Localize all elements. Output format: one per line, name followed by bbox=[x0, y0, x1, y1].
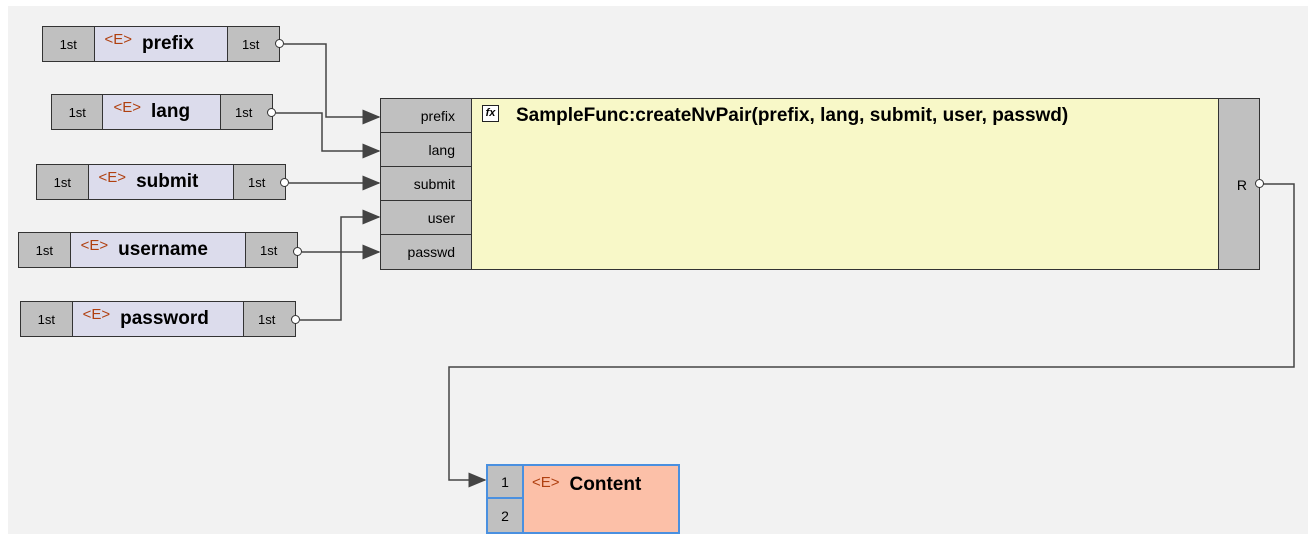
mapping-canvas[interactable]: 1st <E> prefix 1st 1st <E> lang 1st 1st … bbox=[8, 6, 1308, 534]
source-node-lang[interactable]: 1st <E> lang 1st bbox=[51, 94, 273, 130]
node-body: <E> lang bbox=[103, 95, 221, 129]
out-seq-label: 1st bbox=[245, 233, 297, 267]
element-icon: <E> bbox=[532, 474, 560, 491]
node-body: <E> username bbox=[70, 233, 246, 267]
wire-password bbox=[300, 209, 381, 321]
in-seq-label: 1st bbox=[52, 95, 104, 129]
target-node-content[interactable]: 1 2 <E> Content bbox=[486, 464, 680, 534]
node-body: <E> prefix bbox=[94, 27, 228, 61]
node-name: submit bbox=[136, 171, 199, 192]
node-body: <E> password bbox=[72, 302, 244, 336]
target-input-ports: 1 2 bbox=[488, 466, 524, 532]
in-seq-label: 1st bbox=[43, 27, 95, 61]
connection-lines bbox=[276, 43, 1295, 488]
port-passwd[interactable]: passwd bbox=[381, 235, 471, 269]
out-seq-label: 1st bbox=[243, 302, 296, 336]
output-connector[interactable] bbox=[280, 178, 289, 187]
in-seq-label: 1st bbox=[21, 302, 73, 336]
function-input-ports: prefix lang submit user passwd bbox=[380, 98, 472, 270]
node-name: username bbox=[118, 239, 208, 260]
target-port-1[interactable]: 1 bbox=[488, 466, 522, 499]
output-connector[interactable] bbox=[267, 108, 276, 117]
wire-lang bbox=[276, 112, 381, 159]
port-lang[interactable]: lang bbox=[381, 133, 471, 167]
out-seq-label: 1st bbox=[220, 95, 272, 129]
port-user[interactable]: user bbox=[381, 201, 471, 235]
element-icon: <E> bbox=[98, 168, 127, 186]
function-icon: fx bbox=[482, 105, 499, 122]
target-name: Content bbox=[569, 474, 642, 495]
out-seq-label: 1st bbox=[227, 27, 280, 61]
source-node-password[interactable]: 1st <E> password 1st bbox=[20, 301, 296, 337]
output-connector[interactable] bbox=[275, 39, 284, 48]
node-name: prefix bbox=[142, 33, 194, 54]
source-node-username[interactable]: 1st <E> username 1st bbox=[18, 232, 298, 268]
out-seq-label: 1st bbox=[233, 165, 285, 199]
source-node-submit[interactable]: 1st <E> submit 1st bbox=[36, 164, 286, 200]
function-block[interactable]: prefix lang submit user passwd fx Sample… bbox=[380, 98, 1311, 270]
result-connector[interactable] bbox=[1255, 179, 1264, 188]
element-icon: <E> bbox=[104, 30, 133, 48]
element-icon: <E> bbox=[113, 98, 141, 116]
node-name: lang bbox=[151, 101, 191, 122]
target-port-2[interactable]: 2 bbox=[488, 499, 522, 532]
result-label: R bbox=[1236, 177, 1247, 193]
node-body: <E> submit bbox=[88, 165, 234, 199]
element-icon: <E> bbox=[82, 305, 111, 323]
port-prefix[interactable]: prefix bbox=[381, 99, 471, 133]
element-icon: <E> bbox=[80, 236, 109, 254]
port-submit[interactable]: submit bbox=[381, 167, 471, 201]
function-title: SampleFunc:createNvPair(prefix, lang, su… bbox=[516, 105, 1069, 126]
function-body: fx SampleFunc:createNvPair(prefix, lang,… bbox=[471, 98, 1219, 270]
in-seq-label: 1st bbox=[37, 165, 89, 199]
source-node-prefix[interactable]: 1st <E> prefix 1st bbox=[42, 26, 280, 62]
node-name: password bbox=[120, 308, 209, 329]
in-seq-label: 1st bbox=[19, 233, 71, 267]
wire-prefix bbox=[284, 43, 381, 125]
result-port[interactable]: R bbox=[1218, 98, 1260, 270]
output-connector[interactable] bbox=[291, 315, 300, 324]
output-connector[interactable] bbox=[293, 247, 302, 256]
target-body: <E> Content bbox=[524, 466, 678, 532]
